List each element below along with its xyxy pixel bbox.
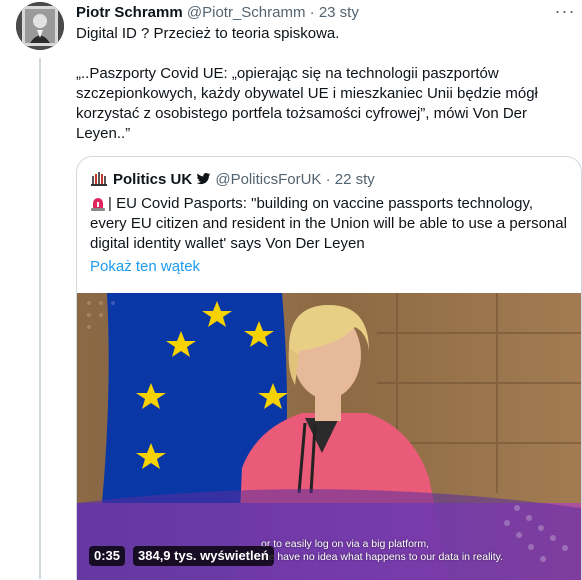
show-thread-link[interactable]: Pokaż ten wątek xyxy=(90,257,200,277)
video-views-badge: 384,9 tys. wyświetleń xyxy=(133,546,274,566)
video-frame xyxy=(77,293,581,580)
caption-line-2: we have no idea what happens to our data… xyxy=(261,551,504,563)
twitter-bird-icon xyxy=(196,173,211,185)
author-name[interactable]: Piotr Schramm xyxy=(76,4,183,21)
quoted-header: Politics UK @PoliticsForUK · 22 sty xyxy=(91,170,375,190)
tweet-text-quote: „..Paszporty Covid UE: „opierając się na… xyxy=(76,65,538,142)
tweet-text-line1: Digital ID ? Przecież to teoria spiskowa… xyxy=(76,25,340,42)
quoted-text-block: | EU Covid Pasports: "building on vaccin… xyxy=(90,194,570,254)
quoted-tweet[interactable]: Politics UK @PoliticsForUK · 22 sty | EU… xyxy=(76,156,582,580)
quoted-date[interactable]: 22 sty xyxy=(335,171,375,188)
author-handle[interactable]: @Piotr_Schramm xyxy=(187,4,306,21)
quoted-text: | EU Covid Pasports: "building on vaccin… xyxy=(90,195,567,252)
video-duration-badge: 0:35 xyxy=(89,546,126,566)
avatar-image xyxy=(16,2,64,50)
separator: · xyxy=(309,4,315,21)
avatar[interactable] xyxy=(16,2,64,50)
tweet-date[interactable]: 23 sty xyxy=(319,4,359,21)
quoted-author-handle[interactable]: @PoliticsForUK xyxy=(215,171,321,188)
caption-line-1: or to easily log on via a big platform, xyxy=(261,538,430,550)
politics-uk-logo-icon xyxy=(91,172,107,186)
quoted-separator: · xyxy=(325,171,331,188)
siren-icon xyxy=(91,198,105,211)
more-icon[interactable]: ··· xyxy=(552,0,578,26)
video-player[interactable]: or to easily log on via a big platform, … xyxy=(77,293,581,580)
quoted-author-name[interactable]: Politics UK xyxy=(113,171,192,188)
thread-line xyxy=(39,58,41,579)
tweet-header: Piotr Schramm @Piotr_Schramm · 23 sty xyxy=(76,3,359,23)
video-caption: or to easily log on via a big platform, … xyxy=(261,538,561,564)
